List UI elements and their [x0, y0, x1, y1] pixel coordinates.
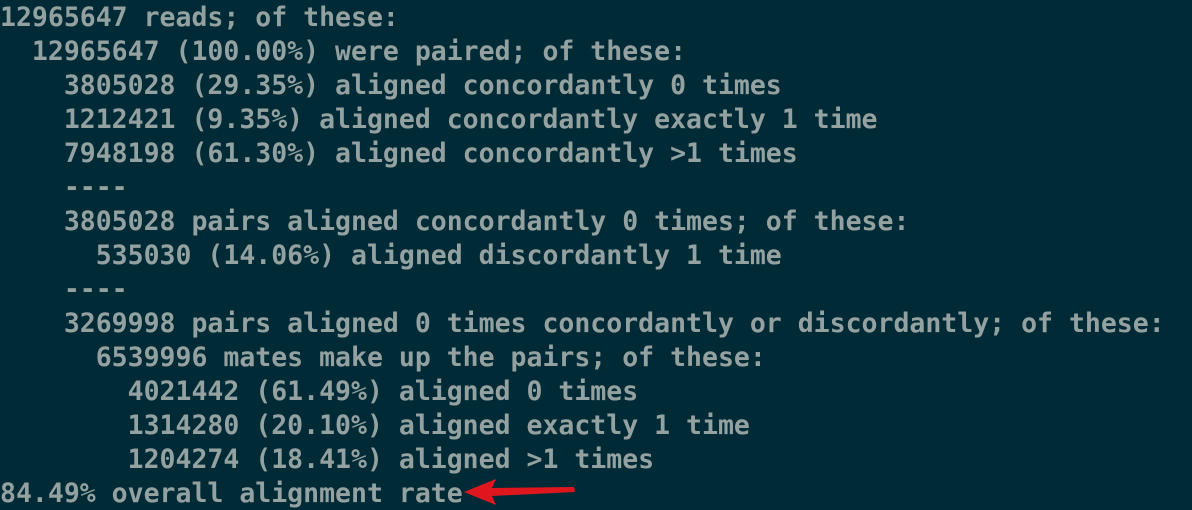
terminal-line: 6539996 mates make up the pairs; of thes…: [0, 342, 766, 373]
terminal-line: 1204274 (18.41%) aligned >1 times: [0, 444, 655, 475]
terminal-line: 3269998 pairs aligned 0 times concordant…: [0, 308, 1165, 339]
terminal-line: 1212421 (9.35%) aligned concordantly exa…: [0, 104, 878, 135]
terminal-line: 7948198 (61.30%) aligned concordantly >1…: [0, 138, 798, 169]
terminal-line: 3805028 (29.35%) aligned concordantly 0 …: [0, 70, 782, 101]
terminal-line: 535030 (14.06%) aligned discordantly 1 t…: [0, 240, 782, 271]
terminal-separator: ----: [0, 274, 128, 305]
terminal-line: 12965647 (100.00%) were paired; of these…: [0, 36, 687, 67]
terminal-separator: ----: [0, 172, 128, 203]
red-arrow-icon: [464, 479, 575, 505]
terminal-window[interactable]: 12965647 reads; of these: 12965647 (100.…: [0, 0, 1192, 510]
overall-alignment-rate-line: 84.49% overall alignment rate: [0, 478, 463, 509]
terminal-line: 12965647 reads; of these:: [0, 2, 399, 33]
terminal-line: 3805028 pairs aligned concordantly 0 tim…: [0, 206, 910, 237]
terminal-line: 4021442 (61.49%) aligned 0 times: [0, 376, 639, 407]
terminal-line: 1314280 (20.10%) aligned exactly 1 time: [0, 410, 750, 441]
